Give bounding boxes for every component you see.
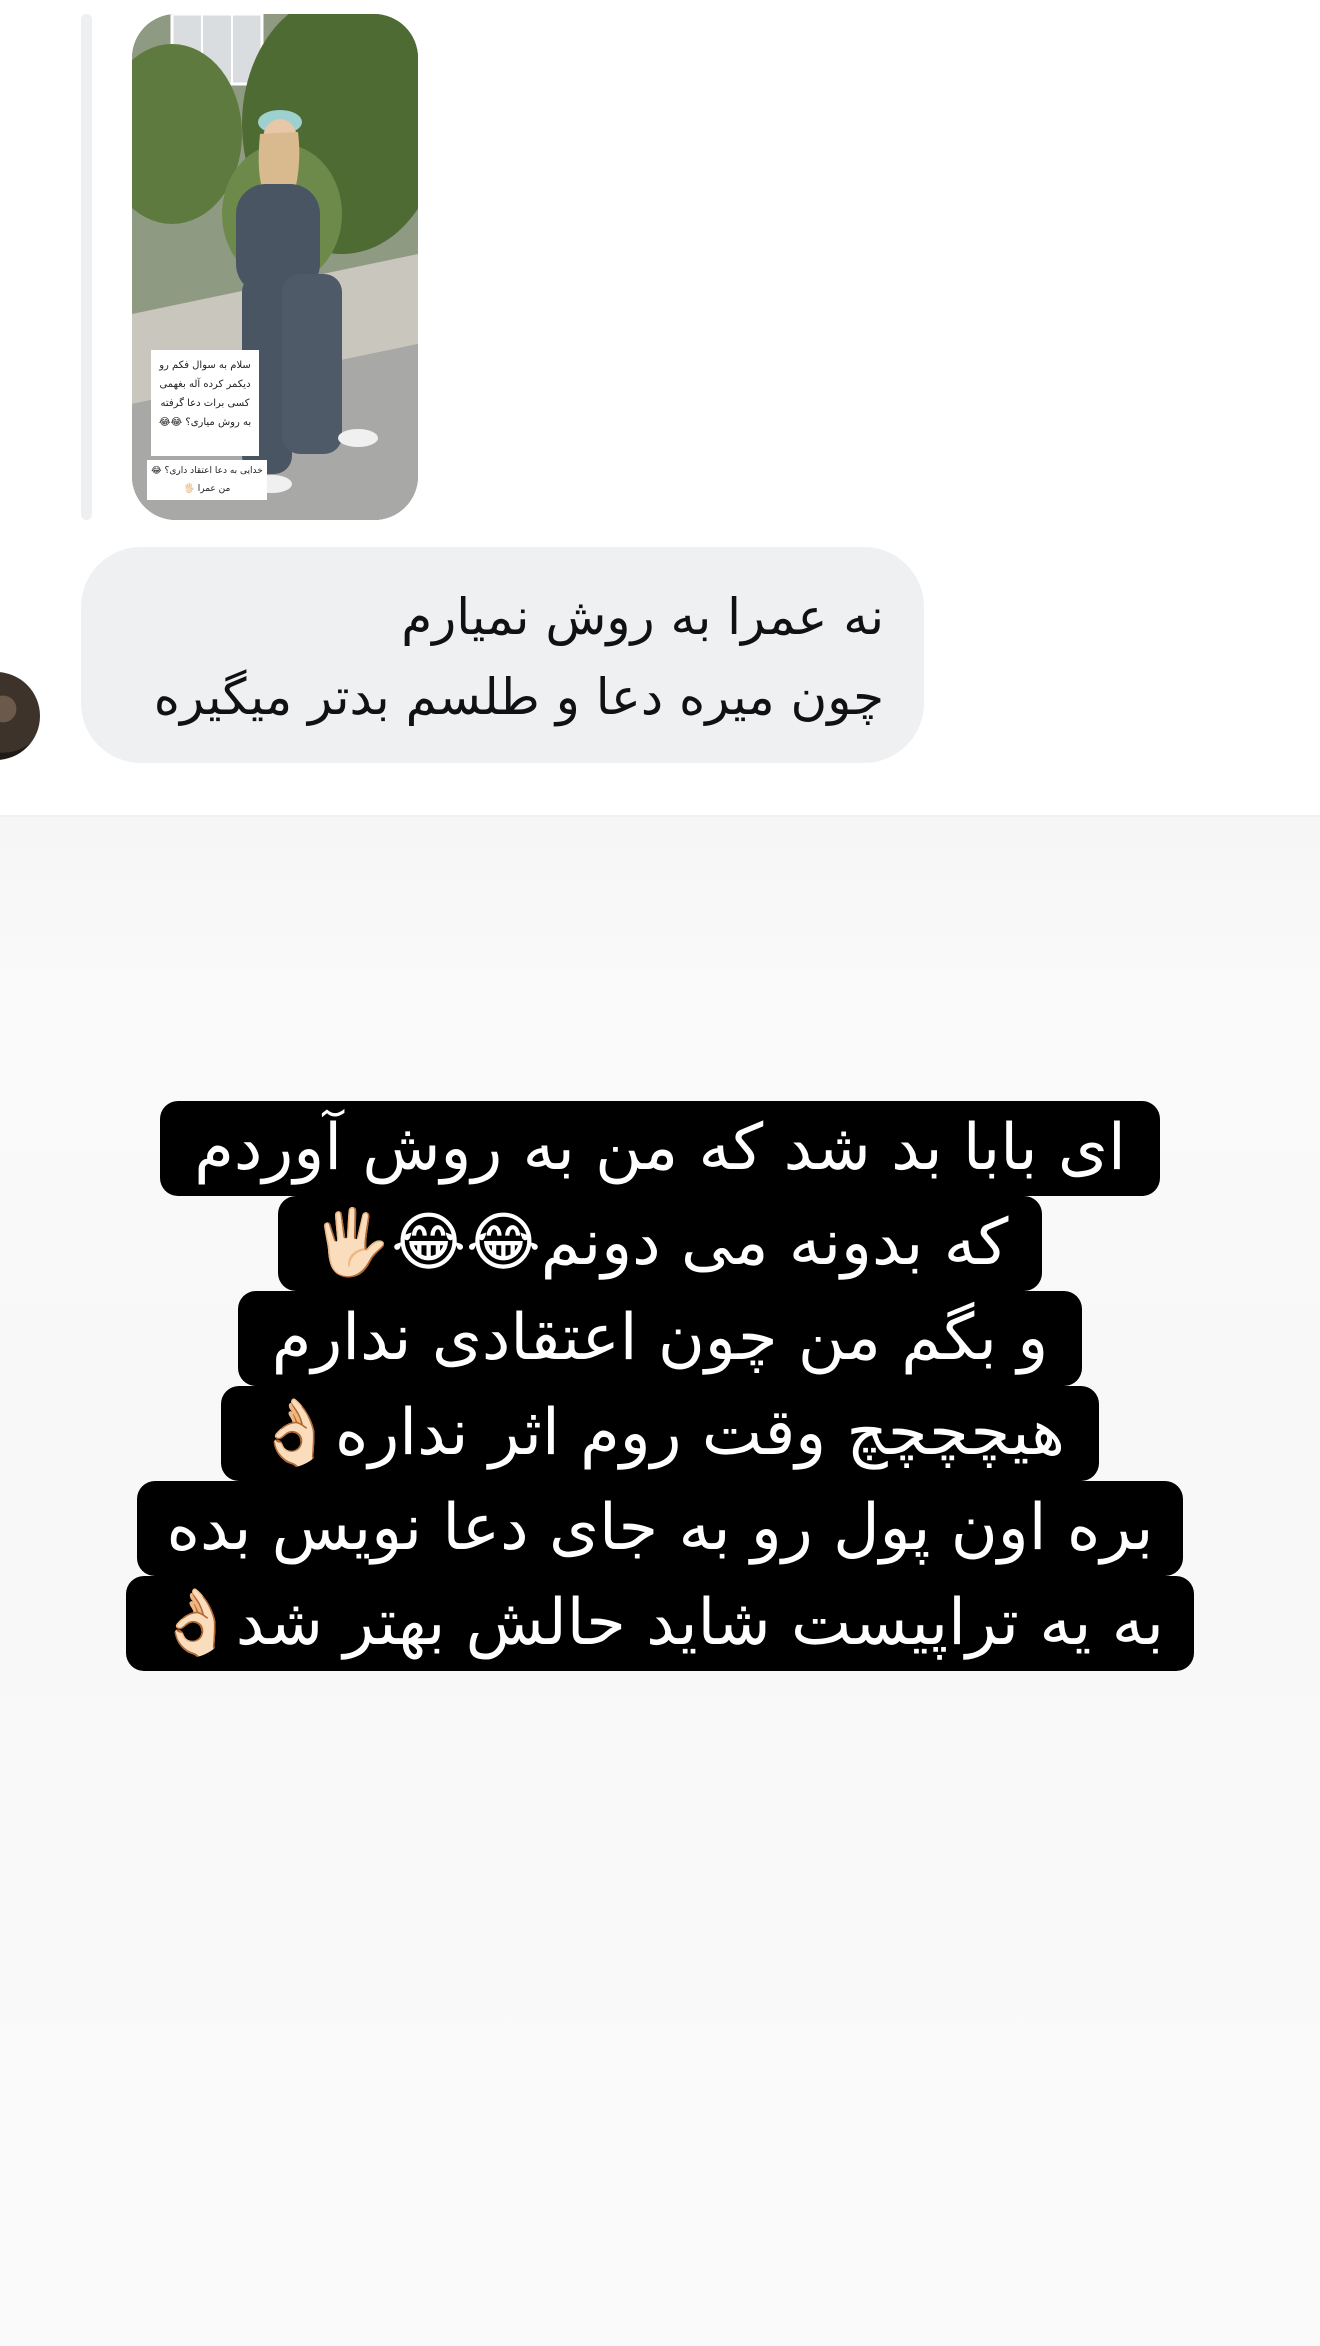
- story-text-block: ای بابا بد شد که من به روش آوردم که بدون…: [0, 1101, 1320, 1671]
- story-text-line: به یه تراپیست شاید حالش بهتر شد👌🏻: [126, 1576, 1194, 1671]
- avatar[interactable]: [0, 672, 40, 760]
- message-bubble[interactable]: نه عمرا به روش نمیارم چون میره دعا و طلس…: [81, 547, 924, 763]
- message-line: چون میره دعا و طلسم بدتر میگیره: [153, 668, 884, 726]
- reply-indicator-bar: [81, 14, 92, 520]
- replied-story-thumbnail[interactable]: سلام به سوال فکم رو دیکمر کرده آله بغهمی…: [132, 14, 418, 520]
- story-text-line: که بدونه می دونم😂😂🖐🏻: [277, 1196, 1043, 1291]
- thumbnail-caption: سلام به سوال فکم رو دیکمر کرده آله بغهمی…: [151, 350, 259, 456]
- story-text-line: ای بابا بد شد که من به روش آوردم: [160, 1101, 1160, 1196]
- thumbnail-sub-caption: خدایی به دعا اعتقاد داری؟ 😂 من عمرا 🖐🏻: [147, 460, 267, 500]
- story-text-line: هیچچچچ وقت روم اثر نداره👌🏻: [221, 1386, 1099, 1481]
- message-line: نه عمرا به روش نمیارم: [401, 588, 884, 646]
- story-text-line: و بگم من چون اعتقادی ندارم: [237, 1291, 1083, 1386]
- story-text-line: بره اون پول رو به جای دعا نویس بده: [136, 1481, 1184, 1576]
- chat-thread: سلام به سوال فکم رو دیکمر کرده آله بغهمی…: [0, 0, 1320, 815]
